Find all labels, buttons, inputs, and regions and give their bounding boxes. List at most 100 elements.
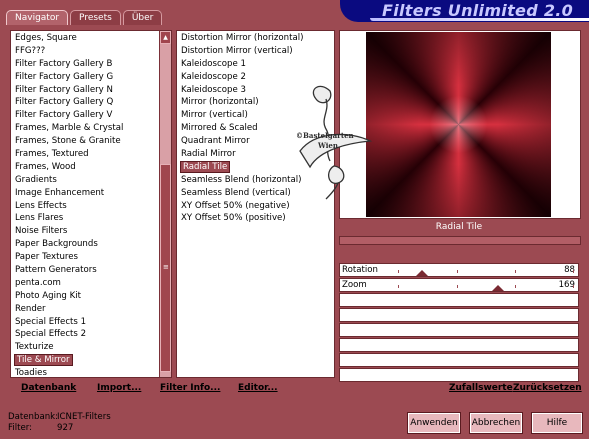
filter-item-label: Radial Tile	[179, 160, 231, 173]
filter-item-label: XY Offset 50% (positive)	[181, 213, 286, 224]
category-item[interactable]: Tile & Mirror	[11, 354, 159, 367]
category-item[interactable]: Texturize	[11, 341, 159, 354]
tab-navigator[interactable]: Navigator	[6, 10, 69, 25]
filter-item-label: XY Offset 50% (negative)	[181, 200, 290, 211]
category-item-label: Tile & Mirror	[14, 354, 73, 367]
category-item-label: Filter Factory Gallery N	[15, 84, 113, 95]
filter-item-label: Distortion Mirror (vertical)	[181, 45, 293, 56]
app-title: Filters Unlimited 2.0	[382, 1, 574, 20]
database-value: ICNET-Filters	[57, 412, 111, 422]
filter-item-label: Distortion Mirror (horizontal)	[181, 33, 304, 43]
category-item[interactable]: Filter Factory Gallery Q	[11, 96, 159, 109]
filter-item[interactable]: XY Offset 50% (negative)	[177, 200, 334, 213]
category-item[interactable]: Frames, Textured	[11, 148, 159, 161]
slider-thumb[interactable]	[491, 285, 504, 291]
category-item-label: Frames, Wood	[15, 161, 76, 172]
category-item-label: Edges, Square	[15, 33, 77, 43]
param-slot-empty	[339, 338, 579, 352]
category-item-label: Filter Factory Gallery B	[15, 58, 113, 69]
filter-item[interactable]: XY Offset 50% (positive)	[177, 212, 334, 225]
param-label: Rotation	[342, 265, 378, 275]
tab-bar: Navigator Presets Über	[6, 10, 163, 26]
preview-image	[366, 32, 551, 217]
filter-name-label: Radial Tile	[435, 222, 483, 232]
category-item[interactable]: Special Effects 1	[11, 316, 159, 329]
filter-info-link[interactable]: Filter Info...	[160, 383, 220, 393]
reset-link[interactable]: Zurücksetzen	[513, 383, 582, 393]
category-item[interactable]: Lens Effects	[11, 200, 159, 213]
category-item-label: Special Effects 1	[15, 316, 87, 327]
category-item-label: Frames, Textured	[15, 149, 89, 160]
category-item-label: Image Enhancement	[15, 187, 105, 198]
param-slot-empty	[339, 368, 579, 382]
help-button[interactable]: Hilfe	[531, 412, 583, 434]
preview-divider	[339, 236, 581, 245]
category-item-label: Paper Textures	[15, 252, 79, 263]
category-item-label: Filter Factory Gallery Q	[15, 97, 114, 108]
category-item-label: Toadies	[15, 368, 47, 378]
category-item[interactable]: Frames, Stone & Granite	[11, 135, 159, 148]
category-item[interactable]: Lens Flares	[11, 212, 159, 225]
tab-ueber[interactable]: Über	[122, 10, 163, 25]
category-item[interactable]: penta.com	[11, 277, 159, 290]
filter-item-label: Mirror (horizontal)	[181, 97, 259, 108]
category-item[interactable]: Noise Filters	[11, 225, 159, 238]
cancel-button[interactable]: Abbrechen	[469, 412, 523, 434]
category-list[interactable]: Edges, Square FFG??? Filter Factory Galler…	[10, 30, 172, 378]
category-item-label: Lens Flares	[15, 213, 64, 224]
filter-item-label: Seamless Blend (vertical)	[181, 187, 291, 198]
category-item[interactable]: Gradients	[11, 174, 159, 187]
watermark-text-1: ©Bastelgarten	[296, 131, 354, 140]
category-item-label: Lens Effects	[15, 200, 67, 211]
preview-frame: ©Bastelgarten Wien	[296, 30, 581, 219]
category-item[interactable]: Render	[11, 303, 159, 316]
scroll-thumb[interactable]: ≡	[160, 164, 171, 372]
filter-item[interactable]: Kaleidoscope 1	[177, 58, 334, 71]
category-item[interactable]: Filter Factory Gallery V	[11, 109, 159, 122]
category-item[interactable]: Special Effects 2	[11, 328, 159, 341]
tab-presets[interactable]: Presets	[70, 10, 121, 25]
filter-item-label: Mirrored & Scaled	[181, 123, 258, 134]
database-link[interactable]: Datenbank	[21, 383, 76, 393]
param-slider-rotation[interactable]: Rotation 88	[339, 263, 579, 277]
param-slider-zoom[interactable]: Zoom 169	[339, 278, 579, 292]
category-scrollbar[interactable]: ▲ ≡	[159, 31, 171, 377]
param-slot-empty	[339, 323, 579, 337]
category-item[interactable]: Image Enhancement	[11, 187, 159, 200]
category-item[interactable]: Pattern Generators	[11, 264, 159, 277]
slider-thumb[interactable]	[416, 270, 429, 276]
category-item[interactable]: FFG???	[11, 45, 159, 58]
category-item[interactable]: Filter Factory Gallery N	[11, 84, 159, 97]
filter-count-label: Filter:	[8, 423, 33, 433]
param-slot-empty	[339, 353, 579, 367]
category-item-label: Pattern Generators	[15, 265, 97, 276]
category-item-label: Texturize	[15, 342, 54, 353]
category-item[interactable]: Frames, Marble & Crystal	[11, 122, 159, 135]
category-item[interactable]: Filter Factory Gallery B	[11, 58, 159, 71]
apply-button[interactable]: Anwenden	[407, 412, 461, 434]
category-item[interactable]: Paper Backgrounds	[11, 238, 159, 251]
editor-link[interactable]: Editor...	[238, 383, 278, 393]
filter-item[interactable]: Distortion Mirror (horizontal)	[177, 32, 334, 45]
database-label: Datenbank:	[8, 412, 59, 422]
category-item-label: Special Effects 2	[15, 329, 87, 340]
category-item[interactable]: Toadies	[11, 367, 159, 378]
category-item-label: Filter Factory Gallery V	[15, 110, 113, 121]
filter-item[interactable]: Distortion Mirror (vertical)	[177, 45, 334, 58]
filter-item-label: Kaleidoscope 3	[181, 84, 246, 95]
category-item-label: Photo Aging Kit	[15, 290, 81, 301]
category-item[interactable]: Filter Factory Gallery G	[11, 71, 159, 84]
import-link[interactable]: Import...	[97, 383, 141, 393]
category-item[interactable]: Frames, Wood	[11, 161, 159, 174]
random-values-link[interactable]: Zufallswerte	[449, 383, 513, 393]
category-item[interactable]: Edges, Square	[11, 32, 159, 45]
category-item[interactable]: Photo Aging Kit	[11, 290, 159, 303]
filter-item-label: Quadrant Mirror	[181, 136, 250, 147]
category-item-label: Noise Filters	[15, 226, 68, 237]
param-slot-empty	[339, 308, 579, 322]
category-item[interactable]: Paper Textures	[11, 251, 159, 264]
watermark-text-2: Wien	[318, 141, 338, 150]
filter-item-label: Mirror (vertical)	[181, 110, 248, 121]
param-label: Zoom	[342, 280, 367, 290]
scroll-up-button[interactable]: ▲	[160, 31, 171, 44]
